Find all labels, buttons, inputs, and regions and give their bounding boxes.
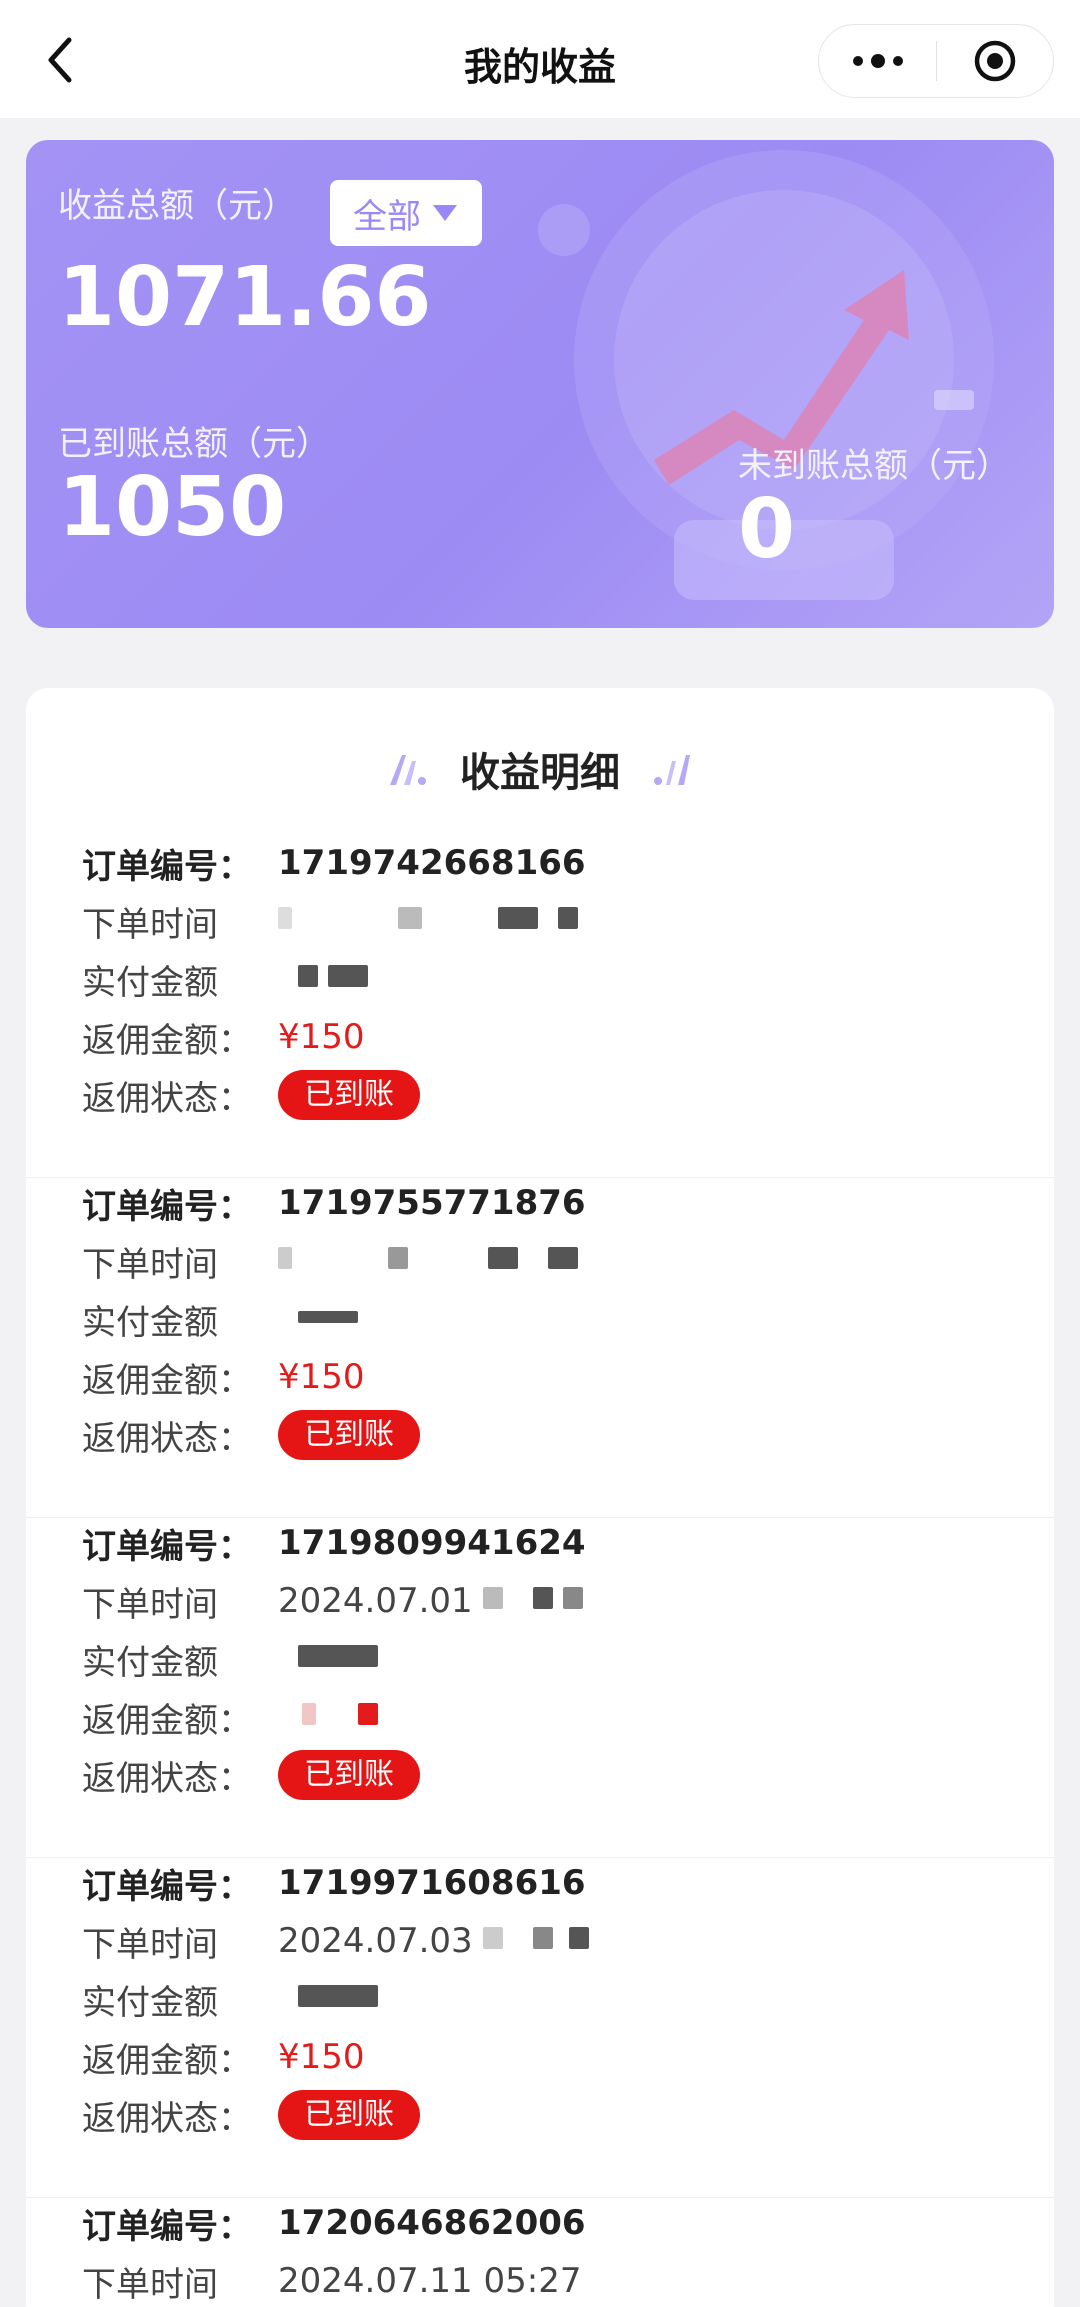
status-badge: 已到账 (278, 1410, 420, 1460)
detail-title: 收益明细 (26, 740, 1054, 798)
nav-bar: 我的收益 (0, 0, 1080, 118)
target-circle-icon (974, 40, 1016, 82)
redacted-mosaic (473, 1581, 593, 1621)
order-time-value: 2024.07.03 (278, 1921, 473, 1961)
commission-label: 返佣金额： (82, 1020, 252, 1061)
sparkle-right-icon (654, 755, 690, 785)
status-row: 返佣状态： 已到账 (82, 1750, 420, 1800)
commission-label: 返佣金额： (82, 1360, 252, 1401)
order-no-label: 订单编号： (82, 2206, 252, 2247)
paid-amount-row: 实付金额 (82, 1974, 578, 2024)
order-item[interactable]: 订单编号： 1719809941624 下单时间 2024.07.01 实付金额… (26, 1518, 1054, 1858)
redacted-mosaic (278, 1639, 578, 1679)
arrived-total-label: 已到账总额（元） (58, 424, 330, 464)
order-time-label: 下单时间 (82, 1924, 218, 1965)
redacted-mosaic (278, 1979, 578, 2019)
caret-down-icon (433, 205, 457, 221)
total-earnings-value: 1071.66 (58, 250, 432, 345)
earnings-detail-card: 收益明细 订单编号： 1719742668166 下单时间 实付金额 返佣金额：… (26, 688, 1054, 2307)
mini-program-capsule (818, 24, 1054, 98)
commission-label: 返佣金额： (82, 1700, 252, 1741)
order-item[interactable]: 订单编号： 1719755771876 下单时间 实付金额 返佣金额： ¥150… (26, 1178, 1054, 1518)
status-row: 返佣状态： 已到账 (82, 1070, 420, 1120)
commission-value: ¥150 (278, 1017, 365, 1057)
order-item[interactable]: 订单编号： 1719971608616 下单时间 2024.07.03 实付金额… (26, 1858, 1054, 2198)
total-earnings-label: 收益总额（元） (58, 186, 296, 226)
order-no-value: 1719742668166 (278, 843, 586, 883)
filter-label: 全部 (353, 196, 421, 237)
order-no-label: 订单编号： (82, 1866, 252, 1907)
commission-value: ¥150 (278, 1357, 365, 1397)
redacted-mosaic (278, 959, 578, 999)
order-item[interactable]: 订单编号： 1719742668166 下单时间 实付金额 返佣金额： ¥150… (26, 838, 1054, 1178)
order-time-label: 下单时间 (82, 904, 218, 945)
paid-amount-label: 实付金额 (82, 1642, 218, 1683)
pending-total-label: 未到账总额（元） (738, 446, 1010, 486)
paid-amount-row: 实付金额 (82, 1294, 578, 1344)
order-time-row: 下单时间 (82, 896, 578, 946)
order-time-row: 下单时间 2024.07.11 05:27 (82, 2256, 581, 2306)
commission-row: 返佣金额： ¥150 (82, 1012, 365, 1062)
status-badge: 已到账 (278, 1070, 420, 1120)
commission-row: 返佣金额： ¥150 (82, 1352, 365, 1402)
order-no-row: 订单编号： 1719742668166 (82, 838, 586, 888)
order-item[interactable]: 订单编号： 1720646862006 下单时间 2024.07.11 05:2… (26, 2198, 1054, 2307)
detail-title-text: 收益明细 (460, 750, 620, 796)
redacted-mosaic (473, 1921, 593, 1961)
commission-row: 返佣金额： ¥150 (82, 2032, 365, 2082)
order-no-label: 订单编号： (82, 846, 252, 887)
order-no-value: 1720646862006 (278, 2203, 586, 2243)
redacted-mosaic (278, 1241, 578, 1281)
order-time-row: 下单时间 (82, 1236, 578, 1286)
order-time-value: 2024.07.11 05:27 (278, 2261, 582, 2301)
order-time-row: 下单时间 2024.07.03 (82, 1916, 593, 1966)
order-time-row: 下单时间 2024.07.01 (82, 1576, 593, 1626)
paid-amount-label: 实付金额 (82, 1982, 218, 2023)
status-label: 返佣状态： (82, 2098, 252, 2139)
commission-label: 返佣金额： (82, 2040, 252, 2081)
paid-amount-label: 实付金额 (82, 962, 218, 1003)
status-row: 返佣状态： 已到账 (82, 1410, 420, 1460)
order-no-row: 订单编号： 1720646862006 (82, 2198, 586, 2248)
commission-row: 返佣金额： (82, 1692, 578, 1742)
range-filter-dropdown[interactable]: 全部 (330, 180, 482, 246)
order-no-label: 订单编号： (82, 1186, 252, 1227)
earnings-summary-card: 收益总额（元） 全部 1071.66 已到账总额（元） 1050 未到账总额（元… (26, 140, 1054, 628)
redacted-mosaic (278, 1299, 578, 1339)
status-label: 返佣状态： (82, 1758, 252, 1799)
paid-amount-label: 实付金额 (82, 1302, 218, 1343)
order-no-row: 订单编号： 1719755771876 (82, 1178, 586, 1228)
order-no-value: 1719809941624 (278, 1523, 586, 1563)
status-row: 返佣状态： 已到账 (82, 2090, 420, 2140)
commission-value: ¥150 (278, 2037, 365, 2077)
order-time-label: 下单时间 (82, 2264, 218, 2305)
more-button[interactable] (819, 25, 936, 97)
redacted-mosaic (278, 901, 578, 941)
order-time-label: 下单时间 (82, 1584, 218, 1625)
arrived-total-value: 1050 (58, 460, 287, 555)
order-no-row: 订单编号： 1719809941624 (82, 1518, 586, 1568)
pending-total-value: 0 (738, 482, 796, 577)
paid-amount-row: 实付金额 (82, 954, 578, 1004)
redacted-mosaic (278, 1697, 578, 1737)
order-no-label: 订单编号： (82, 1526, 252, 1567)
order-no-row: 订单编号： 1719971608616 (82, 1858, 586, 1908)
sparkle-left-icon (390, 755, 426, 785)
order-time-label: 下单时间 (82, 1244, 218, 1285)
more-dots-icon (852, 54, 903, 68)
status-label: 返佣状态： (82, 1418, 252, 1459)
status-label: 返佣状态： (82, 1078, 252, 1119)
status-badge: 已到账 (278, 2090, 420, 2140)
order-time-value: 2024.07.01 (278, 1581, 473, 1621)
close-button[interactable] (937, 25, 1053, 97)
order-no-value: 1719971608616 (278, 1863, 586, 1903)
paid-amount-row: 实付金额 (82, 1634, 578, 1684)
order-no-value: 1719755771876 (278, 1183, 586, 1223)
status-badge: 已到账 (278, 1750, 420, 1800)
